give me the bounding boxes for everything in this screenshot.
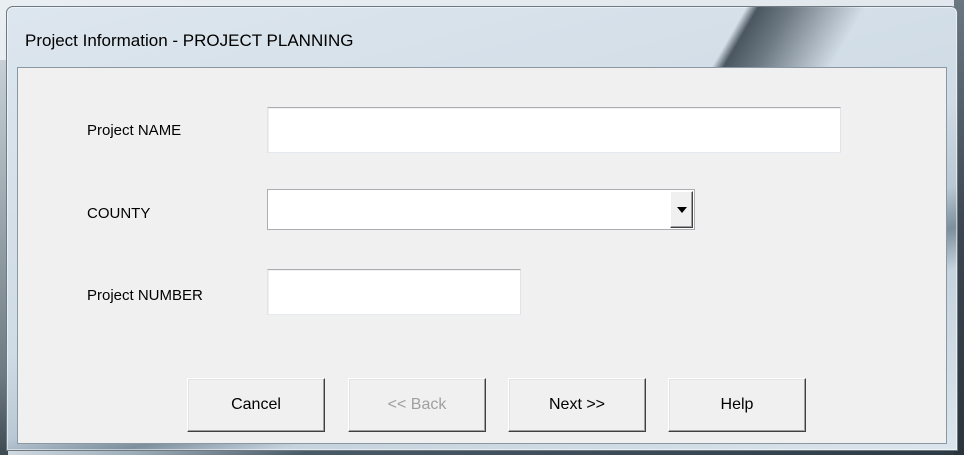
title-bar-glass-reflection (657, 7, 917, 73)
project-number-label: Project NUMBER (87, 287, 203, 304)
next-button[interactable]: Next >> (508, 378, 646, 432)
county-dropdown-button[interactable] (670, 191, 693, 228)
dialog-client-area: Project NAME COUNTY Project NUMBER Cance… (17, 67, 947, 444)
cancel-button[interactable]: Cancel (187, 378, 325, 432)
help-button[interactable]: Help (668, 378, 806, 432)
county-label: COUNTY (87, 205, 151, 222)
dialog-window: Project Information - PROJECT PLANNING P… (6, 6, 958, 451)
county-dropdown[interactable] (267, 189, 695, 230)
window-title: Project Information - PROJECT PLANNING (25, 31, 354, 50)
project-name-input[interactable] (267, 107, 841, 153)
chevron-down-icon (677, 207, 687, 213)
title-bar[interactable]: Project Information - PROJECT PLANNING (7, 7, 957, 73)
project-name-label: Project NAME (87, 122, 182, 139)
project-number-input[interactable] (267, 269, 521, 315)
back-button[interactable]: << Back (348, 378, 486, 432)
